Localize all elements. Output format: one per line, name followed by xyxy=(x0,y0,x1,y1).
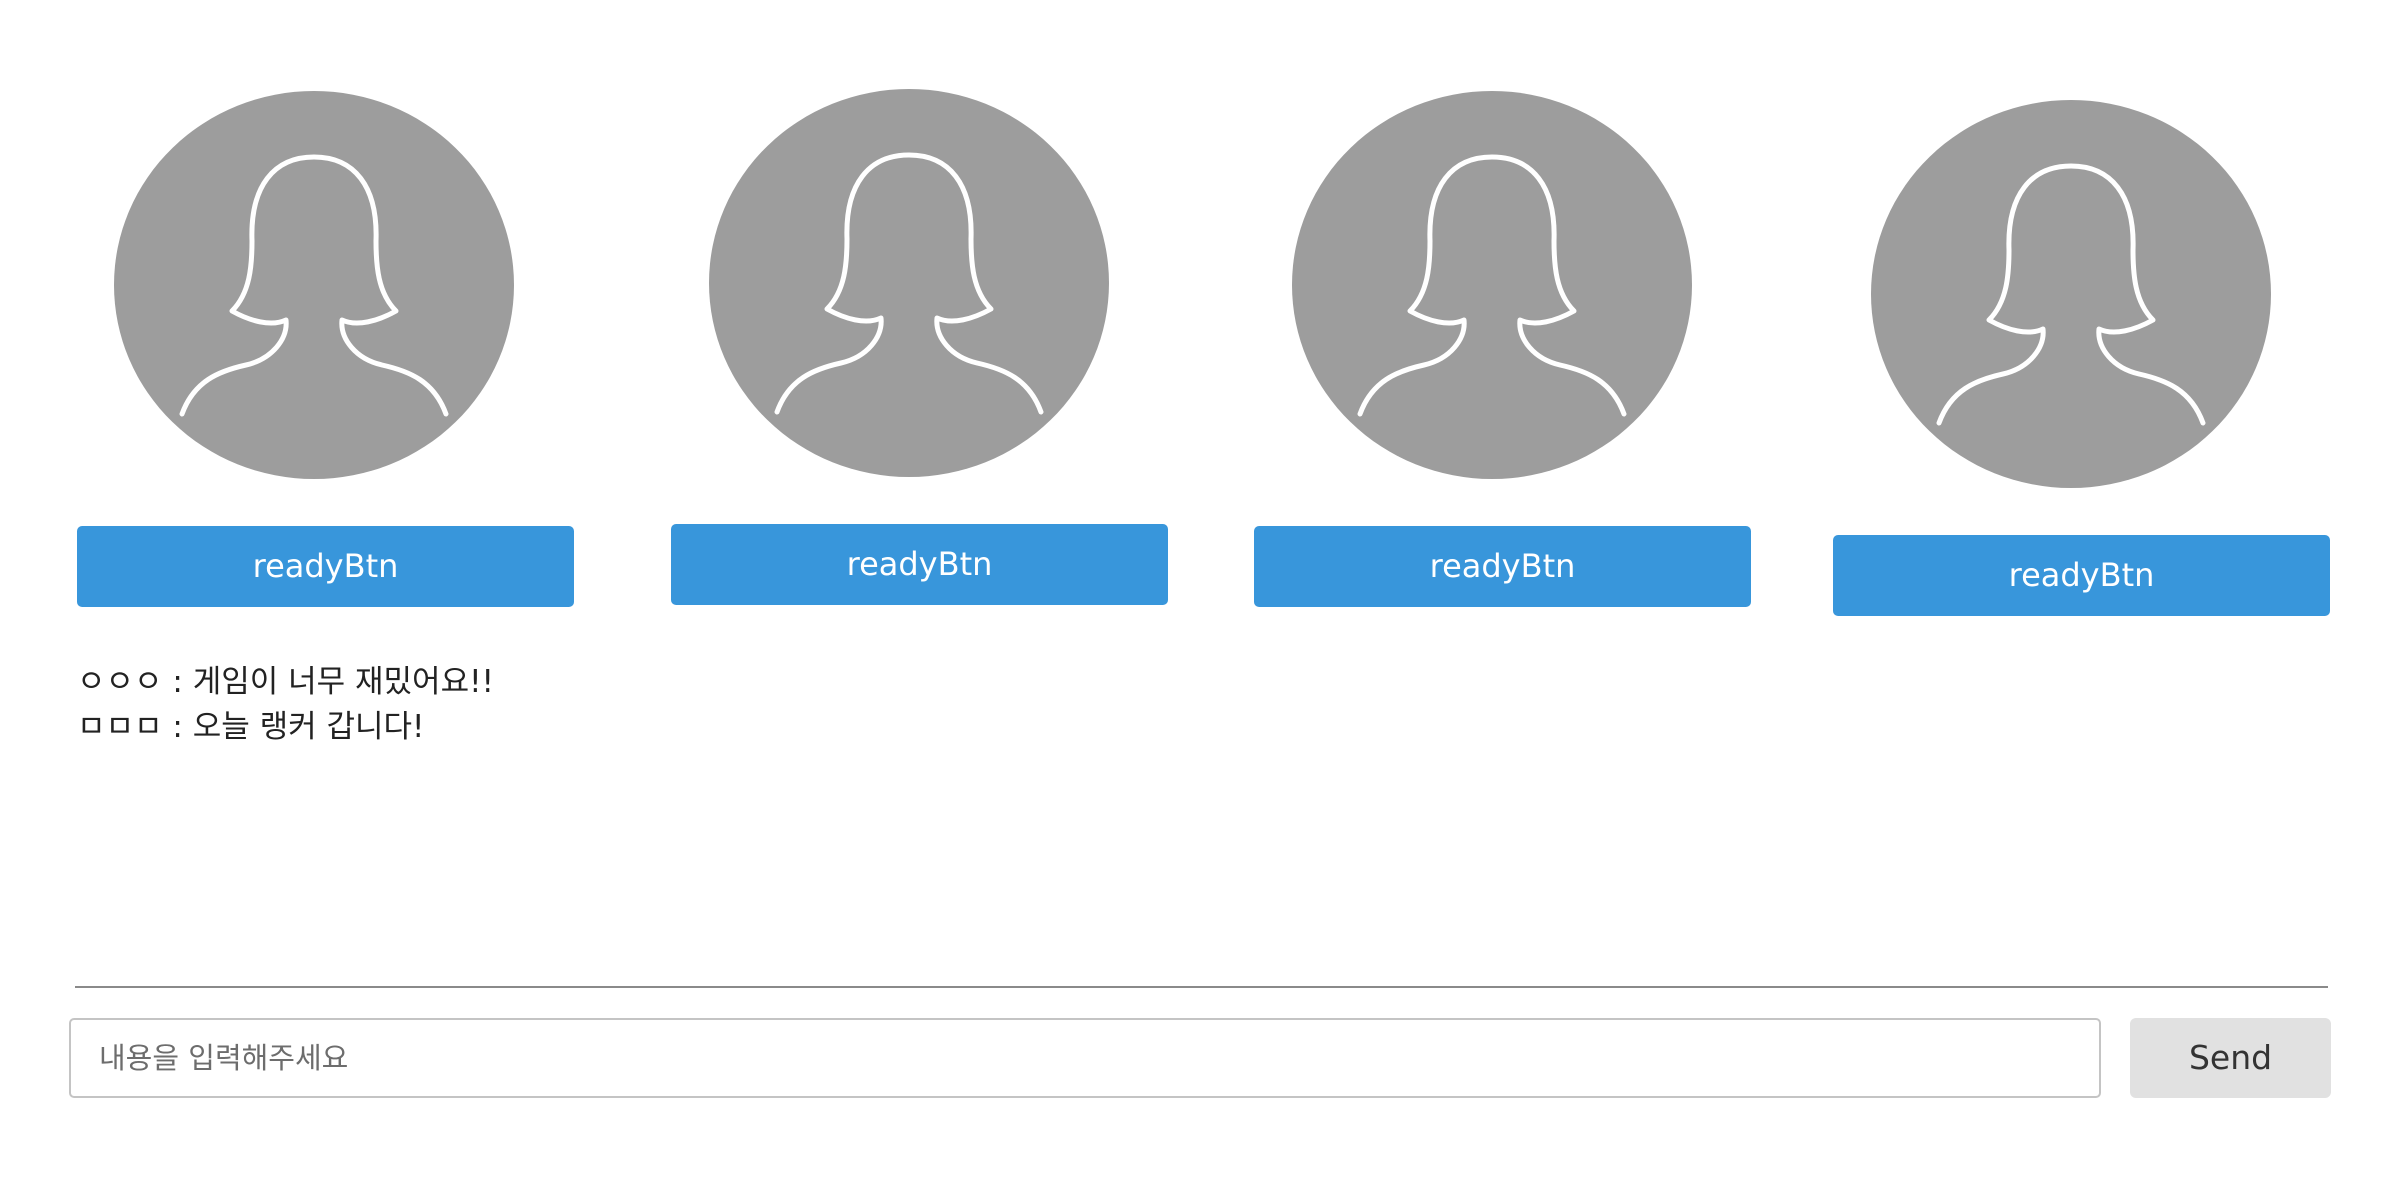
message-input[interactable] xyxy=(69,1018,2101,1098)
female-user-silhouette-icon xyxy=(774,152,1044,415)
ready-button-4[interactable]: readyBtn xyxy=(1833,535,2330,616)
player-slot-2: readyBtn xyxy=(600,0,1168,620)
send-button[interactable]: Send xyxy=(2130,1018,2331,1098)
chat-log: ㅇㅇㅇ : 게임이 너무 재밌어요!! ㅁㅁㅁ : 오늘 랭커 갑니다! xyxy=(77,660,1577,750)
avatar xyxy=(114,91,514,479)
chat-message: ㅁㅁㅁ : 오늘 랭커 갑니다! xyxy=(77,709,425,745)
ready-button-1[interactable]: readyBtn xyxy=(77,526,574,607)
ready-button-2[interactable]: readyBtn xyxy=(671,524,1168,605)
player-slot-3: readyBtn xyxy=(1200,0,1751,620)
player-slot-1: readyBtn xyxy=(0,0,574,620)
avatar xyxy=(709,89,1109,477)
avatar xyxy=(1871,100,2271,488)
avatar xyxy=(1292,91,1692,479)
chat-divider xyxy=(75,986,2328,988)
ready-button-3[interactable]: readyBtn xyxy=(1254,526,1751,607)
female-user-silhouette-icon xyxy=(179,154,449,417)
player-slot-4: readyBtn xyxy=(1800,0,2330,620)
female-user-silhouette-icon xyxy=(1936,163,2206,426)
female-user-silhouette-icon xyxy=(1357,154,1627,417)
chat-message: ㅇㅇㅇ : 게임이 너무 재밌어요!! xyxy=(77,664,494,700)
